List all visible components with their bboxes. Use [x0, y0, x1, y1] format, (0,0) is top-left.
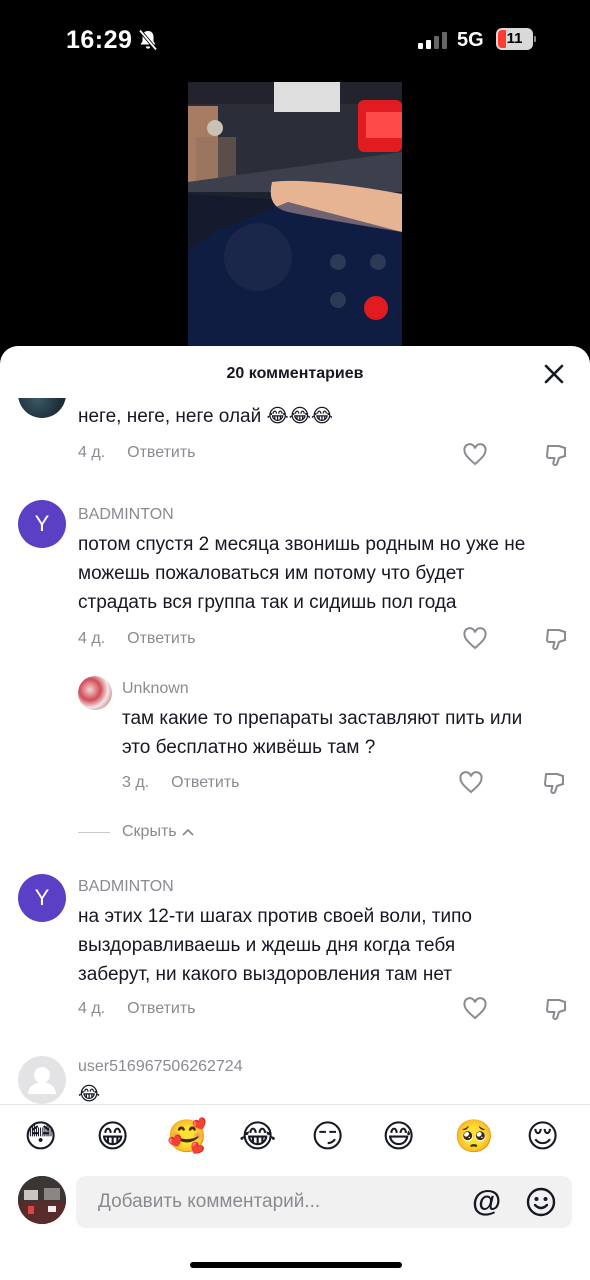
comment-username[interactable]: user516967506262724 — [78, 1058, 243, 1076]
heart-icon[interactable] — [462, 996, 488, 1022]
avatar[interactable]: Y — [18, 874, 66, 922]
comment-age: 4 д. — [78, 444, 106, 461]
dislike-icon[interactable] — [544, 626, 570, 652]
comment-text-line: страдать вся группа так и сидишь пол год… — [78, 592, 457, 613]
chevron-up-icon — [181, 828, 194, 836]
comment-text: 😂 — [78, 1084, 101, 1104]
heart-icon[interactable] — [458, 770, 484, 796]
emoji-button[interactable]: 😅 — [382, 1117, 415, 1155]
dislike-icon[interactable] — [544, 442, 570, 468]
comments-count-title: 20 комментариев — [226, 365, 364, 382]
emoji-quick-bar: 😳 😁 🥰 😂 😏 😅 🥺 😌 — [0, 1104, 590, 1168]
bell-off-icon — [138, 29, 158, 51]
comment-text-line: можешь пожаловаться им потому что будет — [78, 563, 465, 584]
reply-button[interactable]: Ответить — [127, 630, 195, 647]
status-bar: 16:29 5G 11 — [0, 0, 590, 82]
emoji-button[interactable]: 😂 — [239, 1117, 276, 1155]
mention-icon[interactable]: @ — [472, 1185, 501, 1219]
home-indicator — [190, 1262, 402, 1268]
comment-item: user516967506262724 😂 — [0, 1054, 590, 1104]
comment-meta: 4 д. Ответить — [78, 444, 196, 462]
emoji-button[interactable]: 🥺 — [454, 1117, 494, 1155]
heart-icon[interactable] — [462, 442, 488, 468]
battery-level: 11 — [506, 30, 523, 47]
comment-item: неге, неге, неге олай 😂😂😂 4 д. Ответить — [0, 398, 590, 476]
comment-username[interactable]: BADMINTON — [78, 506, 174, 524]
emoji-picker-icon[interactable] — [526, 1187, 556, 1217]
comment-text-line: заберут, ни какого выздоровления там нет — [78, 964, 452, 985]
hide-replies-button[interactable]: Скрыть — [78, 823, 195, 841]
divider-line — [78, 831, 110, 833]
close-icon[interactable] — [542, 362, 566, 386]
video-preview[interactable] — [188, 82, 402, 352]
reply-item: Unknown там какие то препараты заставляю… — [0, 676, 590, 816]
comment-text-line: там какие то препараты заставляют пить и… — [122, 708, 523, 729]
emoji-button[interactable]: 😌 — [526, 1117, 559, 1155]
heart-icon[interactable] — [462, 626, 488, 652]
comment-meta: 4 д. Ответить — [78, 630, 196, 648]
current-user-avatar-image — [18, 1176, 66, 1224]
comment-composer: Добавить комментарий... @ — [0, 1168, 590, 1238]
comment-text-line: потом спустя 2 месяца звонишь родным но … — [78, 534, 526, 555]
sheet-header: 20 комментариев — [0, 346, 590, 402]
comment-age: 4 д. — [78, 1000, 106, 1017]
comment-text: неге, неге, неге олай 😂😂😂 — [78, 406, 334, 427]
video-frame-image — [188, 82, 402, 352]
comment-meta: 3 д. Ответить — [122, 774, 240, 792]
avatar[interactable] — [18, 398, 66, 418]
reply-button[interactable]: Ответить — [171, 774, 239, 791]
comment-item: Y BADMINTON на этих 12-ти шагах против с… — [0, 874, 590, 1034]
reply-button[interactable]: Ответить — [127, 1000, 195, 1017]
avatar[interactable]: Y — [18, 500, 66, 548]
comment-username[interactable]: Unknown — [122, 680, 189, 698]
dislike-icon[interactable] — [542, 770, 568, 796]
emoji-button[interactable]: 😁 — [96, 1117, 129, 1155]
comment-text-line: выздоравливаешь и ждешь дня когда тебя — [78, 935, 456, 956]
reply-button[interactable]: Ответить — [127, 444, 195, 461]
battery-icon: 11 — [496, 28, 536, 50]
status-time: 16:29 — [66, 26, 133, 54]
comments-list[interactable]: неге, неге, неге олай 😂😂😂 4 д. Ответить Y… — [0, 398, 590, 1104]
comment-text-line: на этих 12-ти шагах против своей воли, т… — [78, 906, 472, 927]
default-avatar-icon — [28, 1067, 56, 1094]
comment-item: Y BADMINTON потом спустя 2 месяца звониш… — [0, 500, 590, 660]
comment-age: 4 д. — [78, 630, 106, 647]
avatar[interactable] — [18, 1056, 66, 1104]
comment-text: потом спустя 2 месяца звонишь родным но … — [78, 530, 525, 617]
dislike-icon[interactable] — [544, 996, 570, 1022]
comment-text: на этих 12-ти шагах против своей воли, т… — [78, 902, 472, 989]
comment-input[interactable]: Добавить комментарий... @ — [76, 1176, 572, 1228]
hide-replies-label: Скрыть — [122, 823, 177, 840]
emoji-button[interactable]: 🥰 — [167, 1117, 207, 1155]
cellular-signal-icon — [418, 32, 447, 49]
comment-input-placeholder: Добавить комментарий... — [98, 1191, 321, 1212]
comment-text-line: это бесплатно живёшь там ? — [122, 737, 376, 758]
comment-age: 3 д. — [122, 774, 150, 791]
current-user-avatar[interactable] — [18, 1176, 66, 1224]
emoji-button[interactable]: 😳 — [24, 1117, 57, 1155]
emoji-button[interactable]: 😏 — [311, 1117, 344, 1155]
comment-meta: 4 д. Ответить — [78, 1000, 196, 1018]
comment-text: там какие то препараты заставляют пить и… — [122, 704, 522, 762]
avatar[interactable] — [78, 676, 112, 710]
comment-username[interactable]: BADMINTON — [78, 878, 174, 896]
network-type: 5G — [457, 29, 484, 51]
comments-sheet: 20 комментариев неге, неге, неге олай 😂😂… — [0, 346, 590, 1280]
